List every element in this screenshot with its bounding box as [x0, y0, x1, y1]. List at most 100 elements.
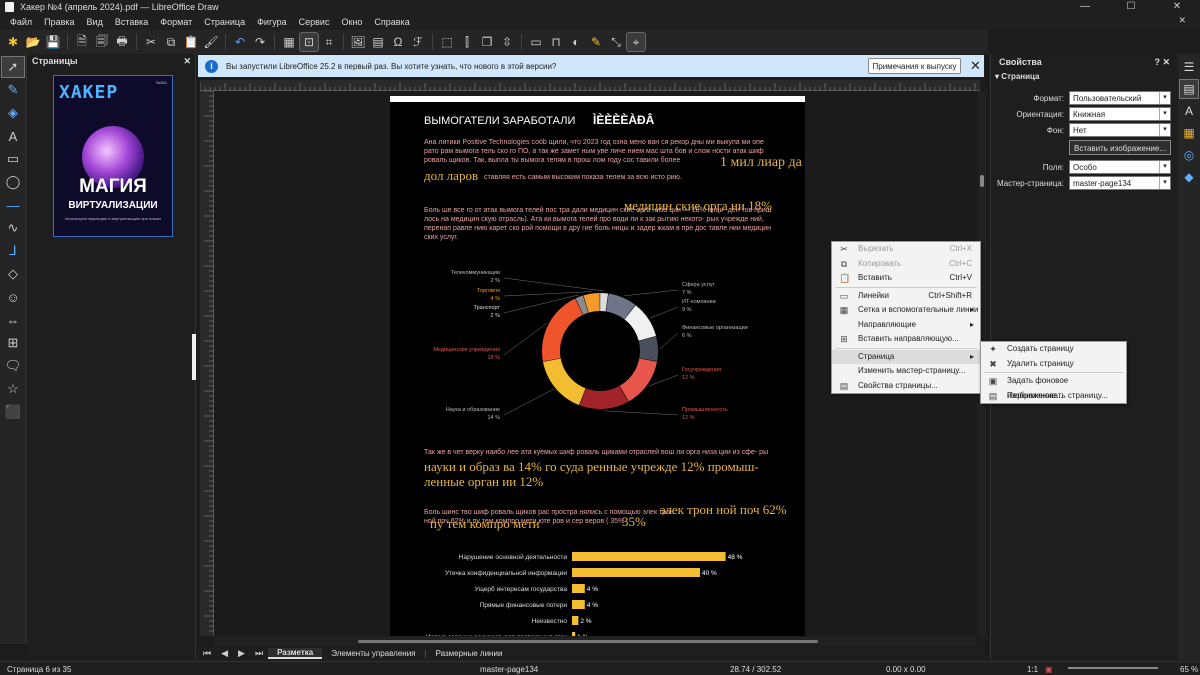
export-pdf-icon[interactable]: 🗐 — [93, 33, 111, 51]
menu-page[interactable]: Страница — [198, 17, 251, 27]
export-icon[interactable]: 🗎 — [73, 33, 91, 51]
context-item-4[interactable]: ▦ Сетка и вспомогательные линии ▸ — [832, 303, 980, 318]
helplines-icon[interactable]: ⊡ — [299, 32, 319, 52]
close-window-button[interactable]: ✕ — [1154, 0, 1200, 14]
properties-close-icon[interactable]: ? ✕ — [1154, 57, 1170, 67]
zoom-ratio[interactable]: 1:1 — [1027, 665, 1038, 674]
menu-help[interactable]: Справка — [368, 17, 415, 27]
callouts-icon[interactable]: 🗨 — [2, 356, 24, 376]
document-page[interactable]: ВЫМОГАТЕЛИ ЗАРАБОТАЛИ ÌÈÈÈÈÀÐÂ Ана литик… — [390, 96, 805, 636]
menu-insert[interactable]: Вставка — [109, 17, 154, 27]
scrollbar-thumb[interactable] — [980, 175, 984, 187]
arrange-icon[interactable]: ❐ — [478, 33, 496, 51]
menu-shape[interactable]: Фигура — [251, 17, 293, 27]
stars-icon[interactable]: ☆ — [2, 379, 24, 399]
distribute-icon[interactable]: ⇳ — [498, 33, 516, 51]
align-icon[interactable]: ⫿ — [458, 33, 476, 51]
first-tab-icon[interactable]: ⏮ — [198, 648, 216, 659]
close-document-icon[interactable]: ✕ — [1172, 15, 1192, 26]
print-icon[interactable]: 🖶 — [113, 33, 131, 51]
horizontal-ruler[interactable] — [199, 80, 980, 91]
shapes-icon[interactable]: ◆ — [1180, 168, 1198, 186]
context-item-8[interactable]: Изменить мастер-страницу... — [832, 364, 980, 379]
format-select[interactable]: Пользовательский ▾ — [1069, 91, 1171, 105]
margins-select[interactable]: Особо ▾ — [1069, 160, 1171, 174]
gallery-icon[interactable]: ▦ — [1180, 124, 1198, 142]
ellipse-icon[interactable]: ◯ — [2, 172, 24, 192]
basic-shapes-icon[interactable]: ◇ — [2, 264, 24, 284]
shadow-icon[interactable]: ▭ — [527, 33, 545, 51]
styles-icon[interactable]: A — [1180, 102, 1198, 120]
copy-icon[interactable]: ⧉ — [162, 33, 180, 51]
new-document-icon[interactable]: ✱ — [4, 33, 22, 51]
grid-icon[interactable]: ▦ — [280, 33, 298, 51]
undo-icon[interactable]: ↶ — [231, 33, 249, 51]
block-arrows-icon[interactable]: ⇔ — [2, 310, 24, 330]
maximize-button[interactable]: ☐ — [1108, 0, 1154, 14]
menu-icon[interactable]: ☰ — [1180, 58, 1198, 76]
flowchart-icon[interactable]: ⊞ — [2, 333, 24, 353]
paste-icon[interactable]: 📋 — [182, 33, 200, 51]
release-notes-button[interactable]: Примечания к выпуску — [868, 58, 961, 74]
menu-tools[interactable]: Сервис — [293, 17, 336, 27]
highlight-icon[interactable]: ✎ — [587, 33, 605, 51]
fontwork-icon[interactable]: ℱ — [409, 33, 427, 51]
tab-layout[interactable]: Разметка — [268, 647, 323, 659]
symbol-shapes-icon[interactable]: ☺ — [2, 287, 24, 307]
submenu-item-2[interactable]: ▣ Задать фоновое изображение... — [981, 374, 1126, 400]
menu-edit[interactable]: Правка — [38, 17, 80, 27]
master-page-select[interactable]: master-page134 ▾ — [1069, 176, 1171, 190]
select-icon[interactable]: ➚ — [1, 56, 25, 78]
cut-icon[interactable]: ✂ — [142, 33, 160, 51]
redo-icon[interactable]: ↷ — [251, 33, 269, 51]
clone-formatting-icon[interactable]: 🖌 — [202, 33, 220, 51]
context-item-5[interactable]: Направляющие ▸ — [832, 318, 980, 333]
connector-icon[interactable]: ⅃ — [2, 241, 24, 261]
scrollbar-thumb[interactable] — [358, 640, 818, 643]
menu-view[interactable]: Вид — [81, 17, 109, 27]
tab-controls[interactable]: Элементы управления — [322, 649, 424, 658]
submenu-item-1[interactable]: ✖ Удалить страницу — [981, 357, 1126, 372]
menu-format[interactable]: Формат — [154, 17, 198, 27]
context-item-0[interactable]: ✂ Вырезать Ctrl+X — [832, 242, 980, 257]
fill-color-icon[interactable]: ◈ — [2, 103, 24, 123]
next-tab-icon[interactable]: ▶ — [233, 648, 250, 659]
insert-image-button[interactable]: Вставить изображение... — [1069, 140, 1171, 155]
context-item-6[interactable]: ⊞ Вставить направляющую... — [832, 332, 980, 347]
properties-icon[interactable]: ▤ — [1179, 79, 1199, 99]
crop-icon[interactable]: ⊓ — [547, 33, 565, 51]
context-item-7[interactable]: Страница ▸ — [832, 349, 980, 364]
minimize-button[interactable]: — — [1062, 0, 1108, 14]
text-icon[interactable]: A — [2, 126, 24, 146]
context-item-2[interactable]: 📋 Вставить Ctrl+V — [832, 271, 980, 286]
3d-objects-icon[interactable]: ⬛ — [2, 402, 24, 422]
context-item-9[interactable]: ▤ Свойства страницы... — [832, 379, 980, 394]
points-icon[interactable]: ⌖ — [626, 32, 646, 52]
context-item-1[interactable]: ⧉ Копировать Ctrl+C — [832, 257, 980, 272]
infobar-close-icon[interactable]: ✕ — [970, 58, 981, 74]
insert-image-icon[interactable]: 🖼 — [349, 33, 367, 51]
save-icon[interactable]: 💾 — [44, 33, 62, 51]
page-thumbnail[interactable]: ХАКЕР №301 МАГИЯ ВИРТУАЛИЗАЦИИ Используе… — [53, 75, 173, 237]
pages-panel-close-icon[interactable]: ✕ — [183, 56, 191, 66]
submenu-item-3[interactable]: ▤ Переименовать страницу... — [981, 389, 1126, 404]
orientation-select[interactable]: Книжная ▾ — [1069, 107, 1171, 121]
submenu-item-0[interactable]: ✦ Создать страницу — [981, 342, 1126, 357]
prev-tab-icon[interactable]: ◀ — [216, 648, 233, 659]
open-folder-icon[interactable]: 📂 — [24, 33, 42, 51]
section-page[interactable]: ▾ Страница — [991, 70, 1178, 83]
line-icon[interactable]: ― — [2, 195, 24, 215]
tab-dimension-lines[interactable]: Размерные линии — [427, 649, 512, 658]
horizontal-scrollbar[interactable] — [214, 637, 976, 645]
menu-file[interactable]: Файл — [4, 17, 38, 27]
line-color-icon[interactable]: ✎ — [2, 80, 24, 100]
background-select[interactable]: Нет ▾ — [1069, 123, 1171, 137]
special-character-icon[interactable]: Ω — [389, 33, 407, 51]
zoom-slider[interactable] — [1068, 667, 1158, 669]
vertical-ruler[interactable] — [200, 90, 214, 636]
menu-window[interactable]: Окно — [335, 17, 368, 27]
toggle-extrusion-icon[interactable]: ⤡ — [607, 33, 625, 51]
panel-collapse-handle[interactable] — [192, 334, 196, 380]
navigator-icon[interactable]: ◎ — [1180, 146, 1198, 164]
context-item-3[interactable]: ▭ Линейки Ctrl+Shift+R — [832, 289, 980, 304]
